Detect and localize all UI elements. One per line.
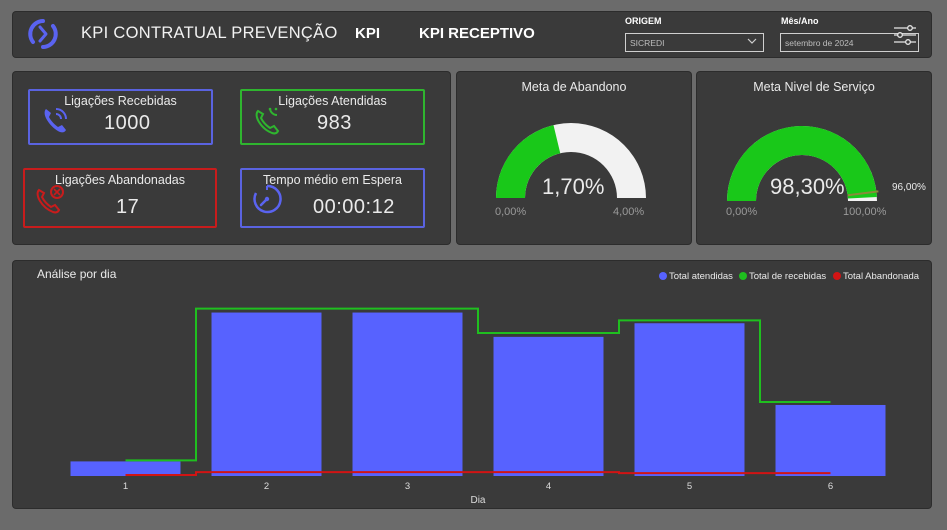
gauge-target-label: 96,00% <box>892 182 926 193</box>
x-axis-title: Dia <box>470 495 485 506</box>
bar-total-atendidas <box>352 312 463 476</box>
kpi-cards-panel: Ligações Recebidas 1000 Ligações Atendid… <box>13 72 450 244</box>
kpi-value-recebidas: 1000 <box>104 112 151 134</box>
x-tick-label: 6 <box>828 481 833 492</box>
filter-sliders-icon[interactable] <box>893 24 917 46</box>
gauge-value-abandono: 1,70% <box>542 174 605 199</box>
bar-total-atendidas <box>775 404 886 476</box>
x-tick-label: 1 <box>123 481 128 492</box>
x-tick-label: 3 <box>405 481 410 492</box>
kpi-card-ligacoes-recebidas[interactable]: Ligações Recebidas 1000 <box>28 89 213 145</box>
mes-ano-value: setembro de 2024 <box>785 38 854 48</box>
chart-panel-analise-por-dia: Análise por dia Total atendidas Total de… <box>13 261 931 508</box>
bar-total-atendidas <box>493 336 604 476</box>
kpi-value-atendidas: 983 <box>317 112 352 134</box>
kpi-card-ligacoes-abandonadas[interactable]: Ligações Abandonadas 17 <box>23 168 217 228</box>
gauge-abandono <box>496 123 646 198</box>
mes-ano-filter-label: Mês/Ano <box>781 16 819 26</box>
phone-ringing-icon <box>44 108 67 133</box>
gauge-min-abandono: 0,00% <box>495 206 527 218</box>
phone-missed-icon <box>36 185 64 214</box>
kpi-label-abandonadas: Ligações Abandonadas <box>55 173 185 187</box>
origem-dropdown[interactable]: SICREDI <box>625 33 764 52</box>
timer-icon <box>253 184 282 214</box>
phone-answered-icon <box>255 107 280 135</box>
nav-kpi-receptivo-link[interactable]: KPI RECEPTIVO <box>419 25 535 42</box>
gauge-max-servico: 100,00% <box>843 206 887 218</box>
gauge-value-servico: 98,30% <box>770 174 845 199</box>
x-tick-label: 2 <box>264 481 269 492</box>
page-title: KPI CONTRATUAL PREVENÇÃO <box>81 24 338 42</box>
bar-total-atendidas <box>634 323 745 476</box>
gauge-max-abandono: 4,00% <box>613 206 645 218</box>
header-bar: KPI CONTRATUAL PREVENÇÃO KPI KPI RECEPTI… <box>13 12 931 57</box>
kpi-value-espera: 00:00:12 <box>313 196 395 218</box>
kpi-value-abandonadas: 17 <box>116 196 140 218</box>
brand-logo-icon <box>28 19 58 49</box>
chevron-down-icon <box>747 38 757 44</box>
gauge-panel-meta-nivel-servico: Meta Nivel de Serviço 98,30% 0,00% 100,0… <box>697 72 931 244</box>
nav-kpi-link[interactable]: KPI <box>355 25 380 42</box>
bar-line-chart: 1 2 3 4 5 6 Dia <box>70 307 886 506</box>
kpi-card-tempo-medio-espera[interactable]: Tempo médio em Espera 00:00:12 <box>240 168 425 228</box>
bar-total-atendidas <box>211 312 322 476</box>
origem-selected-value: SICREDI <box>630 38 665 48</box>
x-tick-label: 4 <box>546 481 551 492</box>
gauge-panel-meta-abandono: Meta de Abandono 1,70% 0,00% 4,00% <box>457 72 691 244</box>
gauge-servico <box>727 125 879 201</box>
bar-total-atendidas <box>70 461 181 476</box>
gauge-min-servico: 0,00% <box>726 206 758 218</box>
kpi-label-recebidas: Ligações Recebidas <box>64 94 177 108</box>
kpi-label-espera: Tempo médio em Espera <box>263 173 402 187</box>
x-tick-label: 5 <box>687 481 692 492</box>
kpi-card-ligacoes-atendidas[interactable]: Ligações Atendidas 983 <box>240 89 425 145</box>
origem-filter-label: ORIGEM <box>625 16 662 26</box>
kpi-label-atendidas: Ligações Atendidas <box>278 94 387 108</box>
